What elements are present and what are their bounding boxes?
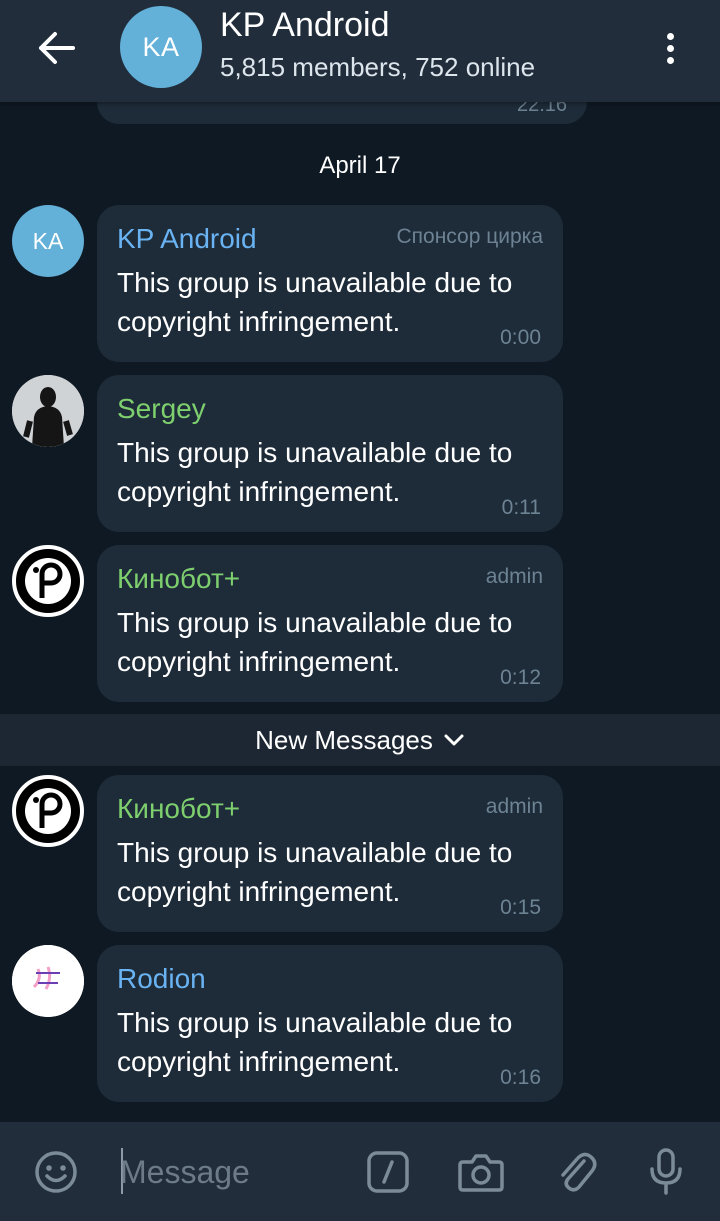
more-vertical-icon bbox=[666, 32, 674, 40]
message-text: This group is unavailable due to copyrig… bbox=[117, 267, 513, 337]
message-item: Кинобот+ admin This group is unavailable… bbox=[0, 545, 720, 703]
back-button[interactable] bbox=[30, 22, 82, 74]
message-bubble[interactable]: Кинобот+ admin This group is unavailable… bbox=[97, 545, 563, 702]
previous-message-time: 22:16 bbox=[517, 102, 568, 116]
group-title[interactable]: KP Android bbox=[220, 6, 390, 45]
message-text: This group is unavailable due to copyrig… bbox=[117, 1007, 513, 1077]
sender-name[interactable]: Sergey bbox=[117, 393, 206, 425]
kinobot-logo-icon bbox=[25, 558, 71, 604]
sender-title: admin bbox=[485, 795, 543, 818]
message-time: 0:16 bbox=[500, 1066, 541, 1089]
sender-title: Спонсор цирка bbox=[396, 225, 543, 248]
sender-title: admin bbox=[485, 565, 543, 588]
message-time: 0:15 bbox=[500, 896, 541, 919]
attach-button[interactable] bbox=[550, 1146, 602, 1198]
message-time: 0:00 bbox=[500, 326, 541, 349]
kinobot-logo-icon bbox=[25, 788, 71, 834]
avatar[interactable] bbox=[12, 775, 84, 847]
voice-message-button[interactable] bbox=[640, 1146, 692, 1198]
avatar[interactable] bbox=[12, 375, 84, 447]
message-text: This group is unavailable due to copyrig… bbox=[117, 437, 513, 507]
person-silhouette-icon bbox=[12, 375, 84, 447]
sender-name[interactable]: Кинобот+ bbox=[117, 793, 240, 825]
more-menu-button[interactable] bbox=[650, 22, 690, 74]
message-item: Sergey This group is unavailable due to … bbox=[0, 375, 720, 533]
chat-header: KA KP Android 5,815 members, 752 online bbox=[0, 0, 720, 102]
camera-icon bbox=[458, 1154, 504, 1192]
new-messages-label: New Messages bbox=[255, 724, 433, 755]
message-input-bar bbox=[0, 1122, 720, 1221]
message-time: 0:12 bbox=[500, 666, 541, 689]
message-bubble[interactable]: Sergey This group is unavailable due to … bbox=[97, 375, 563, 532]
message-text: This group is unavailable due to copyrig… bbox=[117, 837, 513, 907]
arrow-left-icon bbox=[39, 32, 75, 64]
rodion-logo-image bbox=[12, 945, 84, 1017]
message-bubble[interactable]: Rodion This group is unavailable due to … bbox=[97, 945, 563, 1102]
group-avatar[interactable]: KA bbox=[120, 6, 202, 88]
new-messages-divider[interactable]: New Messages bbox=[0, 714, 720, 766]
sender-name[interactable]: Кинобот+ bbox=[117, 563, 240, 595]
message-time: 0:11 bbox=[501, 496, 541, 519]
avatar[interactable] bbox=[12, 545, 84, 617]
message-text: This group is unavailable due to copyrig… bbox=[117, 607, 513, 677]
avatar[interactable]: KA bbox=[12, 205, 84, 277]
previous-message-bubble[interactable] bbox=[97, 102, 587, 124]
attach-icon bbox=[561, 1152, 597, 1192]
message-bubble[interactable]: Кинобот+ admin This group is unavailable… bbox=[97, 775, 563, 932]
chevron-down-icon bbox=[444, 734, 464, 746]
group-member-count: 5,815 members, 752 online bbox=[220, 52, 536, 82]
emoji-button[interactable] bbox=[30, 1146, 82, 1198]
microphone-icon bbox=[650, 1148, 682, 1195]
sender-name[interactable]: Rodion bbox=[117, 963, 206, 995]
camera-button[interactable] bbox=[455, 1146, 507, 1198]
avatar[interactable] bbox=[12, 945, 84, 1017]
sender-name[interactable]: KP Android bbox=[117, 223, 257, 255]
message-input[interactable] bbox=[120, 1148, 340, 1196]
bot-command-icon bbox=[367, 1151, 409, 1193]
message-item: KA KP Android Спонсор цирка This group i… bbox=[0, 205, 720, 363]
message-item: Кинобот+ admin This group is unavailable… bbox=[0, 775, 720, 933]
message-item: Rodion This group is unavailable due to … bbox=[0, 945, 720, 1103]
message-bubble[interactable]: KP Android Спонсор цирка This group is u… bbox=[97, 205, 563, 362]
bot-command-button[interactable] bbox=[362, 1146, 414, 1198]
message-list[interactable]: 22:16 April 17 KA KP Android Спонсор цир… bbox=[0, 102, 720, 1122]
date-separator: April 17 bbox=[319, 152, 401, 179]
emoji-icon bbox=[35, 1151, 77, 1193]
